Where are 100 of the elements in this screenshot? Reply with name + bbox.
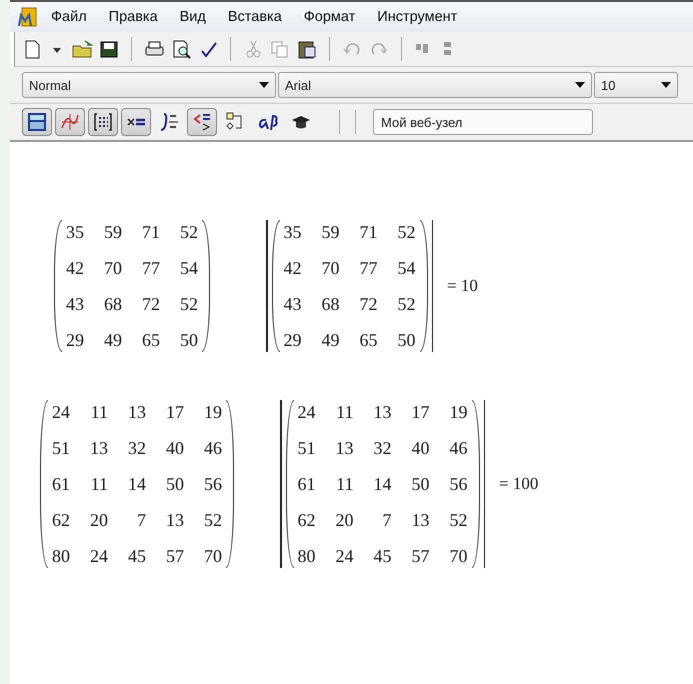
matrix-element: 32 [374,437,392,460]
matrix-element: 50 [166,473,184,496]
matrix-element: 11 [336,401,354,424]
font-size-dropdown[interactable]: 10 [594,72,678,98]
matrix-element: 52 [398,293,416,316]
matrix-element: 19 [204,401,222,424]
boolean-icon [191,111,213,133]
matrix-element: 43 [66,293,84,316]
matrix-element: 52 [180,293,198,316]
matrix-element: 11 [90,401,108,424]
matrix-element: 50 [412,473,430,496]
matrix-element: 40 [166,437,184,460]
calculus-icon [158,111,180,133]
matrix-element: 35 [66,221,84,244]
matrix-element: 13 [336,437,354,460]
matrix-element: 77 [360,257,378,280]
matrix-element: 50 [180,329,198,352]
menu-item[interactable]: Вставка [216,9,293,25]
matrix-element: 40 [412,437,430,460]
folder-icon[interactable] [71,38,93,60]
matrix-element: 52 [180,221,198,244]
matrix-element: 77 [142,257,160,280]
matrix-element: 52 [450,509,468,532]
app-logo-icon[interactable] [18,7,38,27]
matrix-element: 13 [90,437,108,460]
matrix-element: 57 [166,545,184,568]
matrix-element: 71 [360,221,378,244]
calculator-icon [26,111,48,133]
menu-item[interactable]: Правка [98,9,169,25]
matrix-element: 70 [104,257,122,280]
matrix-element: 68 [322,293,340,316]
matrix-element: 29 [284,329,302,352]
matrix-element: 59 [322,221,340,244]
style-dropdown[interactable]: Normal [22,72,276,98]
matrix-element: 24 [298,401,316,424]
matrix-element: 51 [52,437,70,460]
boolean-toolbar-button[interactable] [187,108,217,136]
graph-icon [59,111,81,133]
menu-item[interactable]: Файл [40,9,98,25]
result-text: = 10 [447,276,478,296]
matrix-element: 52 [204,509,222,532]
matrix-element: 14 [128,473,146,496]
matrix-element: 52 [398,221,416,244]
matrix-element: 42 [284,257,302,280]
matrix-element: 13 [412,509,430,532]
matrix-element: 61 [298,473,316,496]
evaluation-toolbar-button[interactable] [121,108,151,136]
matrix-element: 51 [298,437,316,460]
matrix-element: 70 [450,545,468,568]
matrix-element: 7 [382,509,392,532]
matrix-element: 49 [322,329,340,352]
matrix-element: 45 [374,545,392,568]
matrix-element: 56 [204,473,222,496]
menu-item[interactable]: Вид [168,9,217,25]
menu-item[interactable]: Инструмент [366,9,468,25]
matrix-element: 61 [52,473,70,496]
matrix-element: 68 [104,293,122,316]
matrix-element: 59 [104,221,122,244]
matrix-element: 65 [142,329,160,352]
matrix-element: 32 [128,437,146,460]
calculator-toolbar-button[interactable] [22,108,52,136]
matrix-toolbar-button[interactable] [88,108,118,136]
matrix-element: 13 [166,509,184,532]
matrix-element: 20 [336,509,354,532]
matrix-element: 71 [142,221,160,244]
matrix-element: 62 [52,509,70,532]
matrix-element: 13 [128,401,146,424]
matrix-element: 46 [450,437,468,460]
matrix-icon [92,111,114,133]
matrix-element: 24 [90,545,108,568]
matrix-element: 20 [90,509,108,532]
matrix-element: 49 [104,329,122,352]
matrix-element: 35 [284,221,302,244]
matrix-element: 70 [322,257,340,280]
matrix-element: 11 [90,473,108,496]
matrix-element: 70 [204,545,222,568]
matrix-element: 72 [142,293,160,316]
matrix-element: 80 [298,545,316,568]
matrix-element: 62 [298,509,316,532]
address-field[interactable]: Мой веб-узел [373,109,593,135]
menu-item[interactable]: Формат [292,9,366,25]
graph-toolbar-button[interactable] [55,108,85,136]
matrix-element: 56 [450,473,468,496]
matrix-element: 11 [336,473,354,496]
matrix-element: 13 [374,401,392,424]
matrix-element: 43 [284,293,302,316]
matrix-element: 24 [336,545,354,568]
matrix-element: 80 [52,545,70,568]
matrix-element: 17 [166,401,184,424]
font-dropdown[interactable]: Arial [278,72,592,98]
matrix-element: 17 [412,401,430,424]
matrix-element: 46 [204,437,222,460]
evaluation-icon [126,118,146,126]
matrix-element: 24 [52,401,70,424]
matrix-element: 45 [128,545,146,568]
matrix-element: 54 [180,257,198,280]
matrix-element: 42 [66,257,84,280]
matrix-element: 29 [66,329,84,352]
matrix-element: 7 [136,509,146,532]
matrix-element: 72 [360,293,378,316]
